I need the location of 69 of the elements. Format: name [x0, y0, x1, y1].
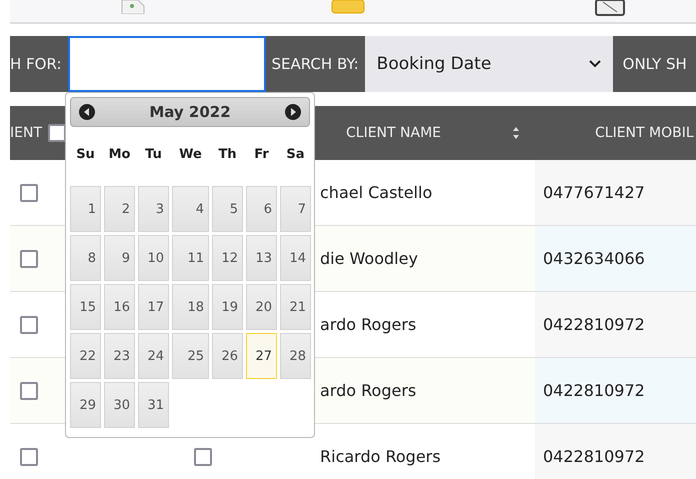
checkbox[interactable] [20, 382, 38, 400]
day-cell[interactable]: 11 [172, 235, 209, 281]
client-mobile: 0422810972 [543, 315, 645, 334]
day-cell[interactable]: 31 [138, 382, 169, 428]
search-for-label: H FOR: [10, 55, 62, 73]
day-cell[interactable]: 17 [138, 284, 169, 330]
day-cell[interactable]: 18 [172, 284, 209, 330]
checkbox[interactable] [20, 250, 38, 268]
search-field[interactable] [68, 36, 266, 92]
day-cell[interactable]: 29 [70, 382, 101, 428]
weekday-label: We [178, 146, 203, 164]
day-cell[interactable]: 16 [104, 284, 135, 330]
checkbox[interactable] [20, 184, 38, 202]
weekday-label: Mo [108, 146, 132, 164]
day-cell[interactable]: 14 [280, 235, 311, 281]
weekday-label: Th [217, 146, 238, 164]
day-cell[interactable]: 28 [280, 333, 311, 379]
document-icon[interactable] [120, 0, 146, 14]
day-cell[interactable]: 4 [172, 186, 209, 232]
day-cell[interactable]: 26 [212, 333, 243, 379]
checkbox[interactable] [194, 448, 212, 466]
next-month-icon[interactable] [285, 104, 301, 120]
day-cell[interactable]: 20 [246, 284, 277, 330]
day-cell[interactable]: 23 [104, 333, 135, 379]
day-cell[interactable]: 3 [138, 186, 169, 232]
day-cell[interactable]: 22 [70, 333, 101, 379]
client-mobile: 0477671427 [543, 183, 645, 202]
day-cell[interactable]: 10 [138, 235, 169, 281]
day-cell[interactable]: 13 [246, 235, 277, 281]
day-cell[interactable]: 27 [246, 333, 277, 379]
search-by-label: SEARCH BY: [272, 55, 359, 73]
client-name: Ricardo Rogers [320, 447, 441, 466]
day-cell[interactable]: 6 [246, 186, 277, 232]
day-cell[interactable]: 9 [104, 235, 135, 281]
day-cell[interactable]: 8 [70, 235, 101, 281]
search-by-dropdown[interactable]: Booking Date [364, 36, 613, 92]
day-cell[interactable]: 12 [212, 235, 243, 281]
day-cell[interactable]: 19 [212, 284, 243, 330]
client-mobile: 0422810972 [543, 381, 645, 400]
client-name: chael Castello [320, 183, 432, 202]
weekday-label: Sa [285, 146, 306, 164]
column-header: CLIENT MOBIL [595, 125, 694, 141]
checkbox[interactable] [20, 316, 38, 334]
day-cell[interactable]: 7 [280, 186, 311, 232]
day-cell[interactable]: 2 [104, 186, 135, 232]
client-name: ardo Rogers [320, 381, 416, 400]
weekday-label: Su [75, 146, 96, 164]
client-mobile: 0432634066 [543, 249, 645, 268]
sort-icon[interactable] [513, 127, 519, 139]
day-cell[interactable]: 24 [138, 333, 169, 379]
caret-icon [588, 60, 601, 68]
day-cell[interactable]: 5 [212, 186, 243, 232]
client-name: die Woodley [320, 249, 418, 268]
column-header: IENT [10, 125, 42, 141]
weekday-label: Tu [144, 146, 163, 164]
client-name: ardo Rogers [320, 315, 416, 334]
previous-month-icon[interactable] [79, 104, 95, 120]
day-cell[interactable]: 30 [104, 382, 135, 428]
day-cell[interactable]: 15 [70, 284, 101, 330]
day-cell[interactable]: 1 [70, 186, 101, 232]
day-cell[interactable]: 21 [280, 284, 311, 330]
weekday-label: Fr [253, 146, 270, 164]
only-show-label: ONLY SH [622, 55, 687, 73]
client-mobile: 0422810972 [543, 447, 645, 466]
month-title: May 2022 [149, 103, 231, 121]
checkbox[interactable] [20, 448, 38, 466]
select-all-checkbox[interactable] [48, 124, 66, 142]
day-cell[interactable]: 25 [172, 333, 209, 379]
column-header: CLIENT NAME [346, 125, 441, 141]
